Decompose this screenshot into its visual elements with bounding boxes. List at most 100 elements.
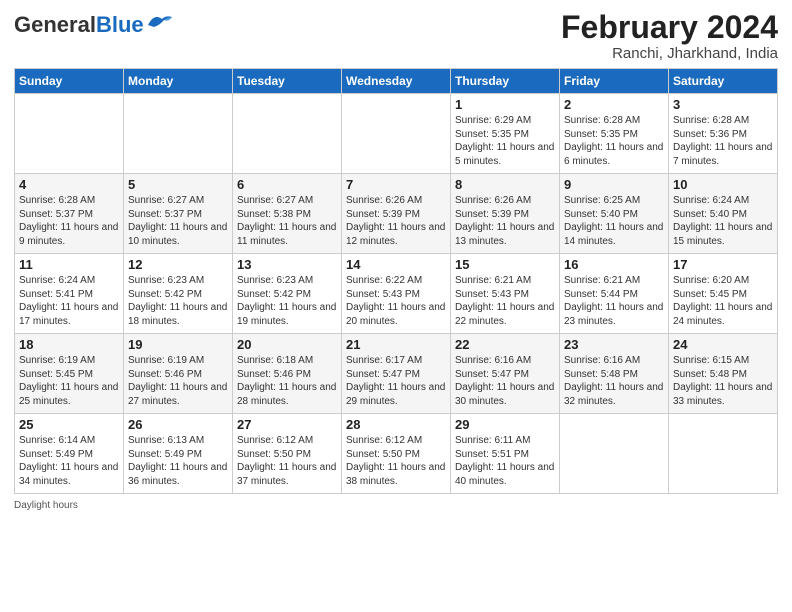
day-info: Sunrise: 6:13 AMSunset: 5:49 PMDaylight:… xyxy=(128,434,228,488)
day-info: Sunrise: 6:14 AMSunset: 5:49 PMDaylight:… xyxy=(19,434,119,488)
weekday-header-row: SundayMondayTuesdayWednesdayThursdayFrid… xyxy=(15,69,778,94)
day-info: Sunrise: 6:28 AMSunset: 5:36 PMDaylight:… xyxy=(673,114,773,168)
logo-text: GeneralBlue xyxy=(14,14,144,36)
day-info: Sunrise: 6:16 AMSunset: 5:48 PMDaylight:… xyxy=(564,354,664,408)
calendar-week-2: 4 Sunrise: 6:28 AMSunset: 5:37 PMDaylight… xyxy=(15,174,778,254)
day-info: Sunrise: 6:26 AMSunset: 5:39 PMDaylight:… xyxy=(346,194,446,248)
calendar-cell xyxy=(669,414,778,494)
calendar-cell: 19Sunrise: 6:19 AMSunset: 5:46 PMDayligh… xyxy=(124,334,233,414)
calendar-cell: 5 Sunrise: 6:27 AMSunset: 5:37 PMDaylight… xyxy=(124,174,233,254)
day-info: Sunrise: 6:20 AMSunset: 5:45 PMDaylight:… xyxy=(673,274,773,328)
day-info: Sunrise: 6:24 AMSunset: 5:41 PMDaylight:… xyxy=(19,274,119,328)
day-number: 22 xyxy=(455,337,555,352)
weekday-header-monday: Monday xyxy=(124,69,233,94)
calendar-week-5: 25Sunrise: 6:14 AMSunset: 5:49 PMDayligh… xyxy=(15,414,778,494)
calendar-cell: 7 Sunrise: 6:26 AMSunset: 5:39 PMDaylight… xyxy=(342,174,451,254)
day-number: 13 xyxy=(237,257,337,272)
calendar-cell: 28 Sunrise: 6:12 AMSunset: 5:50 PMDayligh… xyxy=(342,414,451,494)
logo-blue: Blue xyxy=(96,12,144,37)
calendar-table: SundayMondayTuesdayWednesdayThursdayFrid… xyxy=(14,68,778,494)
day-info: Sunrise: 6:23 AMSunset: 5:42 PMDaylight:… xyxy=(237,274,337,328)
day-info: Sunrise: 6:11 AMSunset: 5:51 PMDaylight:… xyxy=(455,434,555,488)
page-title: February 2024 xyxy=(561,10,778,45)
day-number: 29 xyxy=(455,417,555,432)
day-info: Sunrise: 6:16 AMSunset: 5:47 PMDaylight:… xyxy=(455,354,555,408)
day-number: 14 xyxy=(346,257,446,272)
calendar-cell: 24 Sunrise: 6:15 AMSunset: 5:48 PMDayligh… xyxy=(669,334,778,414)
calendar-cell: 6 Sunrise: 6:27 AMSunset: 5:38 PMDaylight… xyxy=(233,174,342,254)
day-number: 2 xyxy=(564,97,664,112)
day-info: Sunrise: 6:27 AMSunset: 5:38 PMDaylight:… xyxy=(237,194,337,248)
weekday-header-tuesday: Tuesday xyxy=(233,69,342,94)
title-block: February 2024 Ranchi, Jharkhand, India xyxy=(561,10,778,62)
calendar-cell: 29 Sunrise: 6:11 AMSunset: 5:51 PMDayligh… xyxy=(451,414,560,494)
day-info: Sunrise: 6:28 AMSunset: 5:37 PMDaylight:… xyxy=(19,194,119,248)
day-info: Sunrise: 6:22 AMSunset: 5:43 PMDaylight:… xyxy=(346,274,446,328)
day-number: 5 xyxy=(128,177,228,192)
day-number: 26 xyxy=(128,417,228,432)
day-info: Sunrise: 6:27 AMSunset: 5:37 PMDaylight:… xyxy=(128,194,228,248)
day-number: 24 xyxy=(673,337,773,352)
day-info: Sunrise: 6:21 AMSunset: 5:44 PMDaylight:… xyxy=(564,274,664,328)
day-info: Sunrise: 6:12 AMSunset: 5:50 PMDaylight:… xyxy=(346,434,446,488)
day-info: Sunrise: 6:19 AMSunset: 5:46 PMDaylight:… xyxy=(128,354,228,408)
calendar-cell: 1Sunrise: 6:29 AMSunset: 5:35 PMDaylight… xyxy=(451,94,560,174)
calendar-cell: 11Sunrise: 6:24 AMSunset: 5:41 PMDayligh… xyxy=(15,254,124,334)
day-info: Sunrise: 6:19 AMSunset: 5:45 PMDaylight:… xyxy=(19,354,119,408)
day-info: Sunrise: 6:25 AMSunset: 5:40 PMDaylight:… xyxy=(564,194,664,248)
day-info: Sunrise: 6:28 AMSunset: 5:35 PMDaylight:… xyxy=(564,114,664,168)
calendar-cell: 15 Sunrise: 6:21 AMSunset: 5:43 PMDayligh… xyxy=(451,254,560,334)
weekday-header-saturday: Saturday xyxy=(669,69,778,94)
calendar-cell: 10 Sunrise: 6:24 AMSunset: 5:40 PMDayligh… xyxy=(669,174,778,254)
day-info: Sunrise: 6:21 AMSunset: 5:43 PMDaylight:… xyxy=(455,274,555,328)
day-number: 7 xyxy=(346,177,446,192)
calendar-cell: 22 Sunrise: 6:16 AMSunset: 5:47 PMDayligh… xyxy=(451,334,560,414)
calendar-cell: 17 Sunrise: 6:20 AMSunset: 5:45 PMDayligh… xyxy=(669,254,778,334)
calendar-cell: 23 Sunrise: 6:16 AMSunset: 5:48 PMDayligh… xyxy=(560,334,669,414)
calendar-week-3: 11Sunrise: 6:24 AMSunset: 5:41 PMDayligh… xyxy=(15,254,778,334)
calendar-cell: 14 Sunrise: 6:22 AMSunset: 5:43 PMDayligh… xyxy=(342,254,451,334)
calendar-cell: 8Sunrise: 6:26 AMSunset: 5:39 PMDaylight… xyxy=(451,174,560,254)
day-info: Sunrise: 6:29 AMSunset: 5:35 PMDaylight:… xyxy=(455,114,555,168)
page-subtitle: Ranchi, Jharkhand, India xyxy=(561,45,778,62)
header: GeneralBlue February 2024 Ranchi, Jharkh… xyxy=(14,10,778,62)
calendar-cell: 16Sunrise: 6:21 AMSunset: 5:44 PMDayligh… xyxy=(560,254,669,334)
calendar-body: 1Sunrise: 6:29 AMSunset: 5:35 PMDaylight… xyxy=(15,94,778,494)
day-info: Sunrise: 6:17 AMSunset: 5:47 PMDaylight:… xyxy=(346,354,446,408)
calendar-cell xyxy=(560,414,669,494)
day-number: 18 xyxy=(19,337,119,352)
day-number: 8 xyxy=(455,177,555,192)
weekday-header-wednesday: Wednesday xyxy=(342,69,451,94)
calendar-cell xyxy=(124,94,233,174)
day-number: 10 xyxy=(673,177,773,192)
day-info: Sunrise: 6:15 AMSunset: 5:48 PMDaylight:… xyxy=(673,354,773,408)
day-number: 28 xyxy=(346,417,446,432)
calendar-cell: 13 Sunrise: 6:23 AMSunset: 5:42 PMDayligh… xyxy=(233,254,342,334)
calendar-cell: 3Sunrise: 6:28 AMSunset: 5:36 PMDaylight… xyxy=(669,94,778,174)
calendar-cell: 12 Sunrise: 6:23 AMSunset: 5:42 PMDayligh… xyxy=(124,254,233,334)
calendar-cell: 18 Sunrise: 6:19 AMSunset: 5:45 PMDayligh… xyxy=(15,334,124,414)
logo: GeneralBlue xyxy=(14,14,174,36)
weekday-header-sunday: Sunday xyxy=(15,69,124,94)
day-number: 23 xyxy=(564,337,664,352)
calendar-cell: 9Sunrise: 6:25 AMSunset: 5:40 PMDaylight… xyxy=(560,174,669,254)
calendar-week-4: 18 Sunrise: 6:19 AMSunset: 5:45 PMDayligh… xyxy=(15,334,778,414)
page: GeneralBlue February 2024 Ranchi, Jharkh… xyxy=(0,0,792,612)
day-number: 12 xyxy=(128,257,228,272)
day-number: 4 xyxy=(19,177,119,192)
day-number: 6 xyxy=(237,177,337,192)
weekday-header-thursday: Thursday xyxy=(451,69,560,94)
calendar-cell: 25Sunrise: 6:14 AMSunset: 5:49 PMDayligh… xyxy=(15,414,124,494)
day-number: 15 xyxy=(455,257,555,272)
calendar-cell: 20Sunrise: 6:18 AMSunset: 5:46 PMDayligh… xyxy=(233,334,342,414)
weekday-header-friday: Friday xyxy=(560,69,669,94)
footer: Daylight hours xyxy=(14,500,778,511)
calendar-cell: 26 Sunrise: 6:13 AMSunset: 5:49 PMDayligh… xyxy=(124,414,233,494)
day-info: Sunrise: 6:24 AMSunset: 5:40 PMDaylight:… xyxy=(673,194,773,248)
logo-general: General xyxy=(14,12,96,37)
day-number: 17 xyxy=(673,257,773,272)
calendar-cell xyxy=(233,94,342,174)
day-number: 27 xyxy=(237,417,337,432)
day-info: Sunrise: 6:23 AMSunset: 5:42 PMDaylight:… xyxy=(128,274,228,328)
calendar-cell: 2 Sunrise: 6:28 AMSunset: 5:35 PMDaylight… xyxy=(560,94,669,174)
